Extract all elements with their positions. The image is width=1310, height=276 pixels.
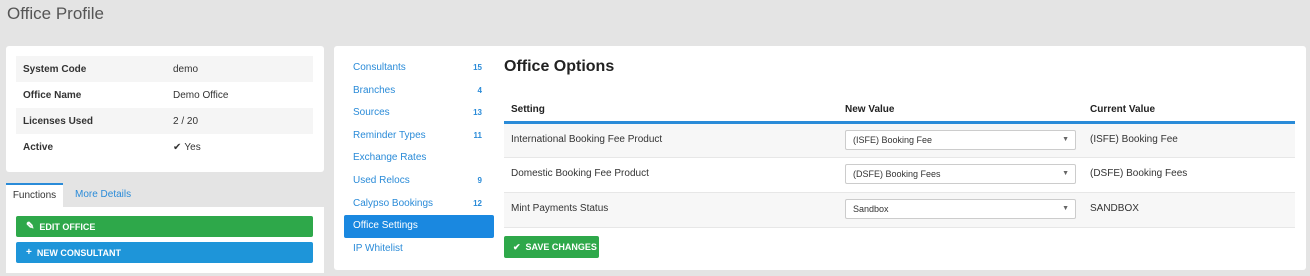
nav-item-reminder-types[interactable]: Reminder Types 11 (344, 125, 494, 148)
plus-icon: + (26, 247, 32, 258)
select-value: (ISFE) Booking Fee (853, 134, 933, 145)
table-row: Domestic Booking Fee Product (DSFE) Book… (504, 157, 1295, 193)
office-info-panel: System Code demo Office Name Demo Office… (6, 46, 324, 172)
office-options-table: Setting New Value Current Value Internat… (504, 98, 1295, 228)
edit-icon: ✎ (26, 221, 35, 232)
save-changes-label: SAVE CHANGES (525, 242, 597, 252)
nav-item-calypso-bookings[interactable]: Calypso Bookings 12 (344, 193, 494, 216)
table-row: International Booking Fee Product (ISFE)… (504, 122, 1295, 158)
new-consultant-label: NEW CONSULTANT (36, 247, 121, 258)
tab-more-details[interactable]: More Details (65, 183, 141, 207)
info-value: demo (166, 56, 313, 82)
info-row: System Code demo (16, 56, 313, 82)
column-header-setting: Setting (504, 98, 838, 124)
new-value-cell: (DSFE) Booking Fees ▼ (838, 157, 1083, 193)
office-info-table: System Code demo Office Name Demo Office… (16, 56, 313, 160)
info-row: Licenses Used 2 / 20 (16, 108, 313, 134)
info-label: Active (23, 141, 54, 153)
nav-item-label: Sources (353, 107, 390, 119)
info-row: Office Name Demo Office (16, 82, 313, 108)
nav-item-label: IP Whitelist (353, 242, 403, 254)
table-header-row: Setting New Value Current Value (504, 98, 1295, 124)
table-row: Mint Payments Status Sandbox ▼ SANDBOX (504, 192, 1295, 228)
nav-item-count: 11 (473, 130, 482, 140)
setting-name: Mint Payments Status (504, 192, 838, 228)
save-changes-button[interactable]: ✔ SAVE CHANGES (504, 236, 599, 258)
office-options-title: Office Options (504, 58, 615, 75)
edit-office-label: EDIT OFFICE (39, 221, 96, 232)
functions-tabs: Functions More Details (6, 183, 324, 207)
current-value: SANDBOX (1083, 192, 1295, 228)
new-value-select[interactable]: (ISFE) Booking Fee ▼ (845, 129, 1076, 150)
nav-item-label: Consultants (353, 62, 406, 73)
info-label: Office Name (23, 89, 82, 101)
setting-name: Domestic Booking Fee Product (504, 157, 838, 193)
check-icon: ✔ (513, 241, 521, 252)
active-status: ✔ Yes (166, 134, 313, 160)
nav-item-exchange-rates[interactable]: Exchange Rates (344, 147, 494, 170)
info-label: Licenses Used (16, 108, 166, 134)
nav-item-office-settings[interactable]: Office Settings (344, 215, 494, 238)
nav-item-ip-whitelist[interactable]: IP Whitelist (344, 238, 494, 261)
nav-item-label: Office Settings (353, 220, 418, 232)
info-row: Active ✔ Yes (16, 134, 313, 160)
nav-item-label: Calypso Bookings (353, 197, 434, 209)
chevron-down-icon: ▼ (1062, 135, 1069, 143)
info-label: System Code (16, 56, 166, 82)
info-value: Demo Office (173, 89, 229, 101)
nav-item-count: 4 (477, 85, 482, 95)
new-value-cell: (ISFE) Booking Fee ▼ (838, 122, 1083, 158)
column-header-current-value: Current Value (1083, 98, 1295, 124)
nav-item-used-relocs[interactable]: Used Relocs 9 (344, 170, 494, 193)
chevron-down-icon: ▼ (1062, 204, 1069, 212)
nav-item-count: 12 (473, 198, 482, 208)
select-value: Sandbox (853, 203, 889, 214)
active-value: Yes (184, 141, 201, 153)
nav-item-count: 15 (473, 63, 482, 72)
check-icon: ✔ (173, 141, 182, 153)
functions-panel: ✎ EDIT OFFICE + NEW CONSULTANT (6, 207, 324, 273)
nav-item-sources[interactable]: Sources 13 (344, 102, 494, 125)
settings-nav: Consultants 15 Branches 4 Sources 13 Remind… (344, 57, 494, 260)
setting-name: International Booking Fee Product (504, 122, 838, 158)
nav-item-count: 13 (473, 108, 482, 118)
current-value: (ISFE) Booking Fee (1083, 122, 1295, 158)
edit-office-button[interactable]: ✎ EDIT OFFICE (16, 216, 313, 237)
new-consultant-button[interactable]: + NEW CONSULTANT (16, 242, 313, 263)
nav-item-consultants[interactable]: Consultants 15 (344, 57, 494, 80)
nav-item-branches[interactable]: Branches 4 (344, 80, 494, 103)
nav-item-count: 9 (477, 175, 482, 185)
main-panel: Consultants 15 Branches 4 Sources 13 Remind… (334, 46, 1306, 270)
column-header-new-value: New Value (838, 98, 1083, 124)
chevron-down-icon: ▼ (1062, 169, 1069, 177)
new-value-cell: Sandbox ▼ (838, 192, 1083, 228)
select-value: (DSFE) Booking Fees (853, 168, 941, 179)
current-value: (DSFE) Booking Fees (1083, 157, 1295, 193)
page-title: Office Profile (7, 4, 105, 23)
nav-item-label: Exchange Rates (353, 152, 427, 164)
tab-functions[interactable]: Functions (6, 183, 63, 207)
nav-item-label: Used Relocs (353, 174, 410, 186)
info-value: 2 / 20 (166, 108, 313, 134)
nav-item-label: Branches (353, 84, 396, 96)
new-value-select[interactable]: Sandbox ▼ (845, 198, 1076, 219)
new-value-select[interactable]: (DSFE) Booking Fees ▼ (845, 163, 1076, 184)
nav-item-label: Reminder Types (353, 129, 426, 141)
